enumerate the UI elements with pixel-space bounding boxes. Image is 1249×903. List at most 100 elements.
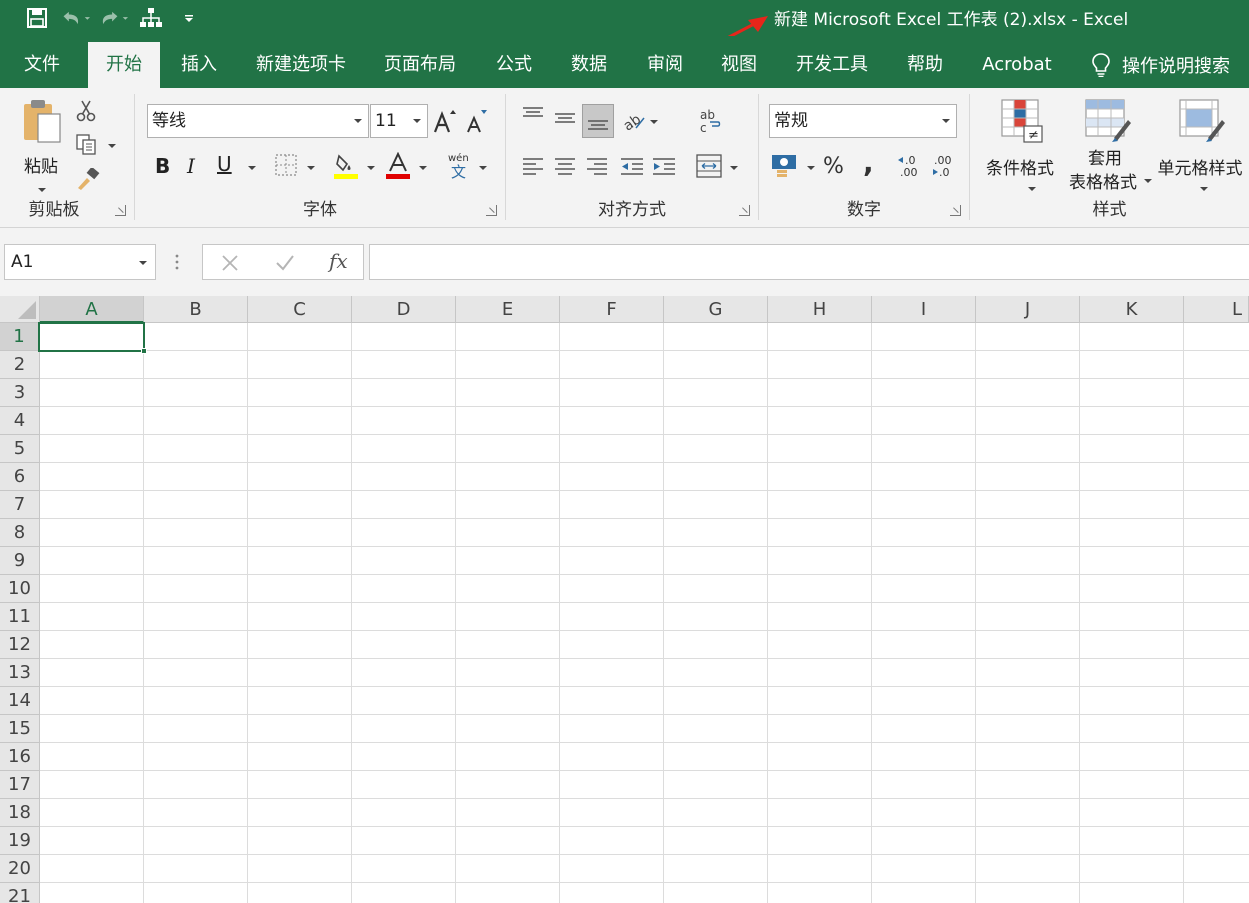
row-header-10[interactable]: 10 (0, 575, 40, 603)
orientation-icon[interactable]: ab (622, 110, 646, 132)
tab-data[interactable]: 数据 (558, 42, 620, 88)
font-color-icon[interactable] (385, 152, 411, 180)
row-header-3[interactable]: 3 (0, 379, 40, 407)
underline-icon[interactable]: U (217, 152, 232, 176)
customize-qat-icon[interactable] (174, 4, 204, 32)
row-header-15[interactable]: 15 (0, 715, 40, 743)
tab-help[interactable]: 帮助 (894, 42, 956, 88)
increase-decimal-icon[interactable]: .0 .00 (897, 154, 923, 178)
phonetic-guide-icon[interactable]: wén 文 (445, 152, 473, 180)
decrease-decimal-icon[interactable]: .00 .0 (929, 154, 955, 178)
font-name-combo[interactable]: 等线 (147, 104, 369, 138)
column-header-k[interactable]: K (1080, 296, 1184, 323)
bottom-align-button[interactable] (582, 104, 614, 138)
redo-icon[interactable] (98, 4, 128, 32)
column-header-i[interactable]: I (872, 296, 976, 323)
tab-view[interactable]: 视图 (708, 42, 770, 88)
row-header-6[interactable]: 6 (0, 463, 40, 491)
tab-page-layout[interactable]: 页面布局 (372, 42, 468, 88)
row-header-18[interactable]: 18 (0, 799, 40, 827)
cut-icon[interactable] (76, 100, 96, 122)
column-header-b[interactable]: B (144, 296, 248, 323)
row-header-17[interactable]: 17 (0, 771, 40, 799)
row-header-7[interactable]: 7 (0, 491, 40, 519)
column-header-a[interactable]: A (40, 296, 144, 323)
tell-me-search[interactable]: 操作说明搜索 (1092, 42, 1230, 88)
align-right-icon[interactable] (586, 156, 608, 178)
row-header-20[interactable]: 20 (0, 855, 40, 883)
row-header-19[interactable]: 19 (0, 827, 40, 855)
formula-input[interactable] (369, 244, 1249, 280)
column-header-l[interactable]: L (1184, 296, 1249, 323)
undo-icon[interactable] (60, 4, 90, 32)
number-format-combo[interactable]: 常规 (769, 104, 957, 138)
column-header-f[interactable]: F (560, 296, 664, 323)
row-header-8[interactable]: 8 (0, 519, 40, 547)
number-launcher-icon[interactable] (950, 205, 961, 216)
tab-formulas[interactable]: 公式 (484, 42, 544, 88)
tab-home[interactable]: 开始 (88, 42, 160, 88)
tab-insert[interactable]: 插入 (168, 42, 230, 88)
merge-center-icon[interactable] (696, 154, 722, 178)
clipboard-launcher-icon[interactable] (115, 205, 126, 216)
tab-file[interactable]: 文件 (8, 42, 76, 88)
tab-review[interactable]: 审阅 (634, 42, 696, 88)
select-all-button[interactable] (0, 296, 40, 323)
borders-icon[interactable] (275, 154, 297, 176)
org-chart-icon[interactable] (136, 4, 166, 32)
copy-icon[interactable] (76, 134, 98, 156)
row-header-5[interactable]: 5 (0, 435, 40, 463)
cell-area[interactable] (40, 323, 1249, 903)
name-box[interactable]: A1 (4, 244, 156, 280)
cancel-icon[interactable] (221, 254, 239, 272)
insert-function-icon[interactable]: fx (329, 249, 348, 273)
fill-handle[interactable] (141, 348, 147, 354)
column-header-e[interactable]: E (456, 296, 560, 323)
column-header-j[interactable]: J (976, 296, 1080, 323)
paste-button[interactable]: 粘贴 (18, 96, 66, 196)
conditional-formatting-button[interactable]: ≠ 条件格式 (978, 96, 1062, 196)
decrease-font-size-icon[interactable] (465, 108, 489, 134)
font-launcher-icon[interactable] (486, 205, 497, 216)
row-header-2[interactable]: 2 (0, 351, 40, 379)
tab-acrobat[interactable]: Acrobat (970, 42, 1064, 88)
column-header-h[interactable]: H (768, 296, 872, 323)
increase-font-size-icon[interactable] (433, 108, 457, 134)
alignment-launcher-icon[interactable] (739, 205, 750, 216)
percent-style-icon[interactable]: % (823, 154, 844, 179)
save-icon[interactable] (22, 4, 52, 32)
format-as-table-button[interactable]: 套用 表格格式 (1062, 96, 1152, 196)
format-painter-icon[interactable] (76, 168, 100, 190)
row-header-11[interactable]: 11 (0, 603, 40, 631)
row-header-21[interactable]: 21 (0, 883, 40, 903)
increase-indent-icon[interactable] (652, 156, 676, 178)
row-header-12[interactable]: 12 (0, 631, 40, 659)
fill-color-icon[interactable] (333, 152, 359, 180)
bold-icon[interactable]: B (155, 154, 170, 178)
top-align-icon[interactable] (522, 106, 544, 122)
italic-icon[interactable]: I (187, 154, 195, 178)
enter-icon[interactable] (275, 254, 295, 272)
row-header-16[interactable]: 16 (0, 743, 40, 771)
comma-style-icon[interactable]: , (863, 146, 874, 179)
font-size-combo[interactable]: 11 (370, 104, 428, 138)
middle-align-icon[interactable] (554, 112, 576, 128)
active-cell-a1[interactable] (38, 322, 147, 354)
formula-bar-grip-icon[interactable] (175, 252, 179, 272)
cell-styles-button[interactable]: 单元格样式 (1152, 96, 1248, 196)
align-left-icon[interactable] (522, 156, 544, 178)
column-header-d[interactable]: D (352, 296, 456, 323)
wrap-text-icon[interactable]: ab c (698, 108, 724, 136)
align-center-icon[interactable] (554, 156, 576, 178)
row-header-1[interactable]: 1 (0, 323, 40, 351)
row-header-14[interactable]: 14 (0, 687, 40, 715)
tab-new-tab[interactable]: 新建选项卡 (246, 42, 356, 88)
accounting-format-icon[interactable] (771, 152, 801, 178)
decrease-indent-icon[interactable] (620, 156, 644, 178)
column-header-c[interactable]: C (248, 296, 352, 323)
tab-developer[interactable]: 开发工具 (784, 42, 880, 88)
row-header-9[interactable]: 9 (0, 547, 40, 575)
column-header-g[interactable]: G (664, 296, 768, 323)
row-header-4[interactable]: 4 (0, 407, 40, 435)
row-header-13[interactable]: 13 (0, 659, 40, 687)
